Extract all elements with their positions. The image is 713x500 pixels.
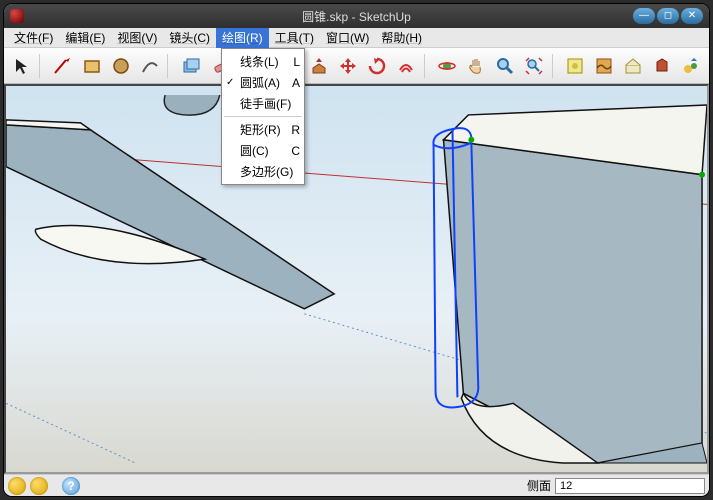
circle-icon[interactable] [107, 52, 134, 80]
offset-icon[interactable] [392, 52, 419, 80]
pan-icon[interactable] [462, 52, 489, 80]
menu-separator [224, 116, 302, 117]
credits-icon[interactable] [30, 477, 48, 495]
menu-line[interactable]: 线条(L) L [222, 51, 304, 72]
menu-shortcut: R [283, 123, 300, 137]
viewport-3d[interactable] [4, 84, 709, 474]
pushpull-icon[interactable] [305, 52, 332, 80]
menu-shortcut: L [285, 55, 300, 69]
separator [167, 54, 173, 78]
window-title: 圆锥.skp - SketchUp [302, 8, 411, 25]
rotate-icon[interactable] [363, 52, 390, 80]
separator [39, 54, 45, 78]
menu-edit[interactable]: 编辑(E) [59, 27, 111, 48]
close-button[interactable]: ✕ [681, 8, 703, 24]
check-icon: ✓ [226, 77, 234, 88]
make-component-icon[interactable] [177, 52, 204, 80]
menu-label: 圆(C) [240, 142, 269, 159]
photo-textures-icon[interactable] [649, 52, 676, 80]
toggle-terrain-icon[interactable] [591, 52, 618, 80]
menu-polygon[interactable]: 多边形(G) [222, 161, 304, 182]
help-icon[interactable]: ? [62, 477, 80, 495]
menu-camera[interactable]: 镜头(C) [163, 27, 216, 48]
scene-svg [6, 86, 707, 472]
menu-label: 矩形(R) [240, 121, 281, 138]
menu-view[interactable]: 视图(V) [111, 27, 163, 48]
menu-label: 线条(L) [240, 53, 279, 70]
draw-menu-dropdown: 线条(L) L ✓ 圆弧(A) A 徒手画(F) 矩形(R)R 圆(C) C 多边形(G… [221, 48, 305, 185]
arc-icon[interactable] [136, 52, 163, 80]
zoom-extents-icon[interactable] [521, 52, 548, 80]
menu-file[interactable]: 文件(F) [8, 27, 59, 48]
menu-tools[interactable]: 工具(T) [269, 27, 320, 48]
add-location-icon[interactable] [562, 52, 589, 80]
menu-shortcut: C [283, 144, 300, 158]
menu-freehand[interactable]: 徒手画(F) [222, 93, 304, 114]
menubar: 文件(F) 编辑(E) 视图(V) 镜头(C) 绘图(R) 工具(T) 窗口(W… [4, 28, 709, 48]
menu-circle[interactable]: 圆(C) C [222, 140, 304, 161]
geo-location-icon[interactable] [8, 477, 26, 495]
maximize-button[interactable]: ◻ [657, 8, 679, 24]
orbit-icon[interactable] [433, 52, 460, 80]
select-icon[interactable] [8, 52, 35, 80]
line-icon[interactable] [49, 52, 76, 80]
menu-label: 徒手画(F) [240, 95, 291, 112]
separator [424, 54, 430, 78]
measurement-label: 侧面 [527, 477, 551, 494]
menu-label: 多边形(G) [240, 163, 293, 180]
menu-draw[interactable]: 绘图(R) [216, 27, 269, 48]
rectangle-icon[interactable] [78, 52, 105, 80]
zoom-icon[interactable] [492, 52, 519, 80]
minimize-button[interactable]: — [633, 8, 655, 24]
statusbar: ? 侧面 [4, 474, 709, 496]
menu-label: 圆弧(A) [240, 74, 280, 91]
separator [552, 54, 558, 78]
menu-window[interactable]: 窗口(W) [320, 27, 375, 48]
get-models-icon[interactable] [678, 52, 705, 80]
menu-help[interactable]: 帮助(H) [375, 27, 428, 48]
menu-rectangle[interactable]: 矩形(R)R [222, 119, 304, 140]
measurement-input[interactable] [555, 478, 705, 494]
app-icon [10, 9, 24, 23]
menu-shortcut: A [284, 76, 300, 90]
titlebar: 圆锥.skp - SketchUp — ◻ ✕ [4, 4, 709, 28]
move-icon[interactable] [334, 52, 361, 80]
toolbar [4, 48, 709, 84]
add-building-icon[interactable] [620, 52, 647, 80]
menu-arc[interactable]: ✓ 圆弧(A) A [222, 72, 304, 93]
